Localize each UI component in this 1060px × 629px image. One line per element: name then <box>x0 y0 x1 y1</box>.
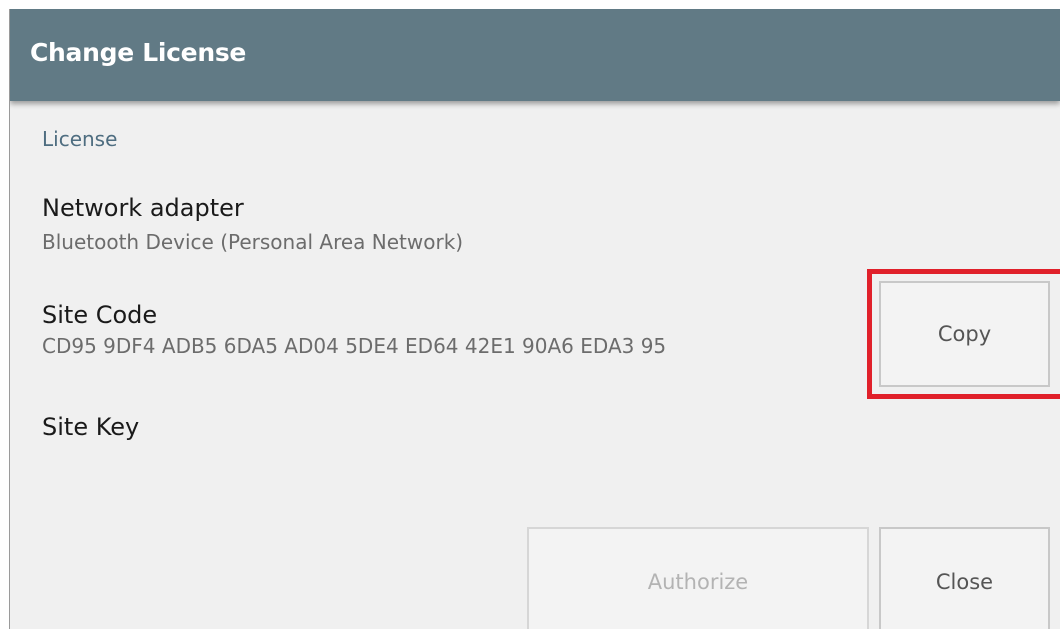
network-adapter-label: Network adapter <box>42 194 244 222</box>
network-adapter-value: Bluetooth Device (Personal Area Network) <box>42 230 464 254</box>
change-license-dialog: Change License License Network adapter B… <box>9 9 1060 629</box>
site-code-label: Site Code <box>42 301 158 329</box>
copy-button[interactable]: Copy <box>879 281 1050 387</box>
section-label-license: License <box>42 127 118 151</box>
site-key-label: Site Key <box>42 413 140 441</box>
authorize-button[interactable]: Authorize <box>527 527 869 629</box>
title-bar: Change License <box>10 9 1060 101</box>
dialog-title: Change License <box>30 38 247 67</box>
site-code-value: CD95 9DF4 ADB5 6DA5 AD04 5DE4 ED64 42E1 … <box>42 334 667 358</box>
close-button[interactable]: Close <box>879 527 1050 629</box>
